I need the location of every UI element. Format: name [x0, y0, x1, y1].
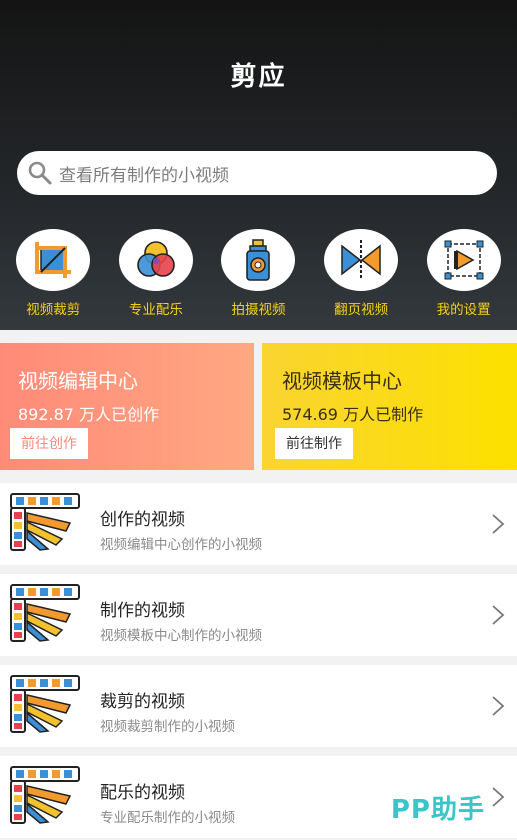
- card-title: 视频编辑中心: [18, 369, 138, 393]
- item-subtitle: 专业配乐制作的小视频: [100, 810, 235, 826]
- item-title: 创作的视频: [100, 510, 185, 530]
- video-template-center-card[interactable]: 视频模板中心 574.69 万人已制作 前往制作: [262, 343, 517, 470]
- card-stat: 892.87 万人已创作: [18, 405, 160, 424]
- search-placeholder: 查看所有制作的小视频: [59, 165, 229, 186]
- search-bar[interactable]: 查看所有制作的小视频: [17, 151, 497, 195]
- color-swatch-icon: [10, 766, 80, 824]
- shortcut-label: 视频裁剪: [26, 302, 81, 318]
- page-flip-icon: [341, 240, 381, 280]
- chevron-right-icon: [492, 787, 505, 807]
- feature-cards: 视频编辑中心 892.87 万人已创作 前往创作 视频模板中心 574.69 万…: [0, 330, 517, 480]
- settings-play-icon: [444, 240, 484, 280]
- shortcut-label: 我的设置: [436, 302, 491, 318]
- card-title: 视频模板中心: [282, 369, 402, 393]
- chevron-right-icon: [492, 514, 505, 534]
- shortcut-label: 翻页视频: [334, 302, 389, 318]
- color-swatch-icon: [10, 584, 80, 642]
- header: 剪应 查看所有制作的小视频 视频裁剪 专业配乐 拍摄视频 翻页视频 我的设置: [0, 0, 517, 330]
- item-subtitle: 视频编辑中心创作的小视频: [100, 537, 262, 553]
- card-stat: 574.69 万人已制作: [282, 405, 424, 424]
- shortcut-shoot[interactable]: 拍摄视频: [210, 229, 306, 318]
- item-subtitle: 视频裁剪制作的小视频: [100, 719, 235, 735]
- chevron-right-icon: [492, 605, 505, 625]
- video-edit-center-card[interactable]: 视频编辑中心 892.87 万人已创作 前往创作: [0, 343, 254, 470]
- shortcut-label: 专业配乐: [128, 302, 183, 318]
- shortcut-flip[interactable]: 翻页视频: [313, 229, 409, 318]
- list-item-made-videos[interactable]: 制作的视频 视频模板中心制作的小视频: [0, 574, 517, 656]
- shortcut-crop[interactable]: 视频裁剪: [5, 229, 101, 318]
- color-swatch-icon: [10, 493, 80, 551]
- color-circles-icon: [137, 241, 175, 277]
- watermark: PP助手: [390, 795, 485, 825]
- go-make-button[interactable]: 前往制作: [275, 428, 353, 459]
- item-title: 配乐的视频: [100, 783, 185, 803]
- crop-icon: [35, 242, 72, 278]
- color-swatch-icon: [10, 675, 80, 733]
- item-title: 制作的视频: [100, 601, 185, 621]
- go-create-button[interactable]: 前往创作: [10, 428, 88, 459]
- list-item-cropped-videos[interactable]: 裁剪的视频 视频裁剪制作的小视频: [0, 665, 517, 747]
- shortcut-settings[interactable]: 我的设置: [416, 229, 512, 318]
- chevron-right-icon: [492, 696, 505, 716]
- search-icon: [28, 161, 52, 185]
- shortcut-music[interactable]: 专业配乐: [108, 229, 204, 318]
- shortcut-label: 拍摄视频: [231, 302, 286, 318]
- spray-camera-icon: [246, 239, 271, 281]
- shortcut-bar: 视频裁剪 专业配乐 拍摄视频 翻页视频 我的设置: [0, 229, 517, 318]
- list-item-created-videos[interactable]: 创作的视频 视频编辑中心创作的小视频: [0, 483, 517, 565]
- app-title: 剪应: [230, 62, 287, 92]
- item-title: 裁剪的视频: [100, 692, 185, 712]
- item-subtitle: 视频模板中心制作的小视频: [100, 628, 262, 644]
